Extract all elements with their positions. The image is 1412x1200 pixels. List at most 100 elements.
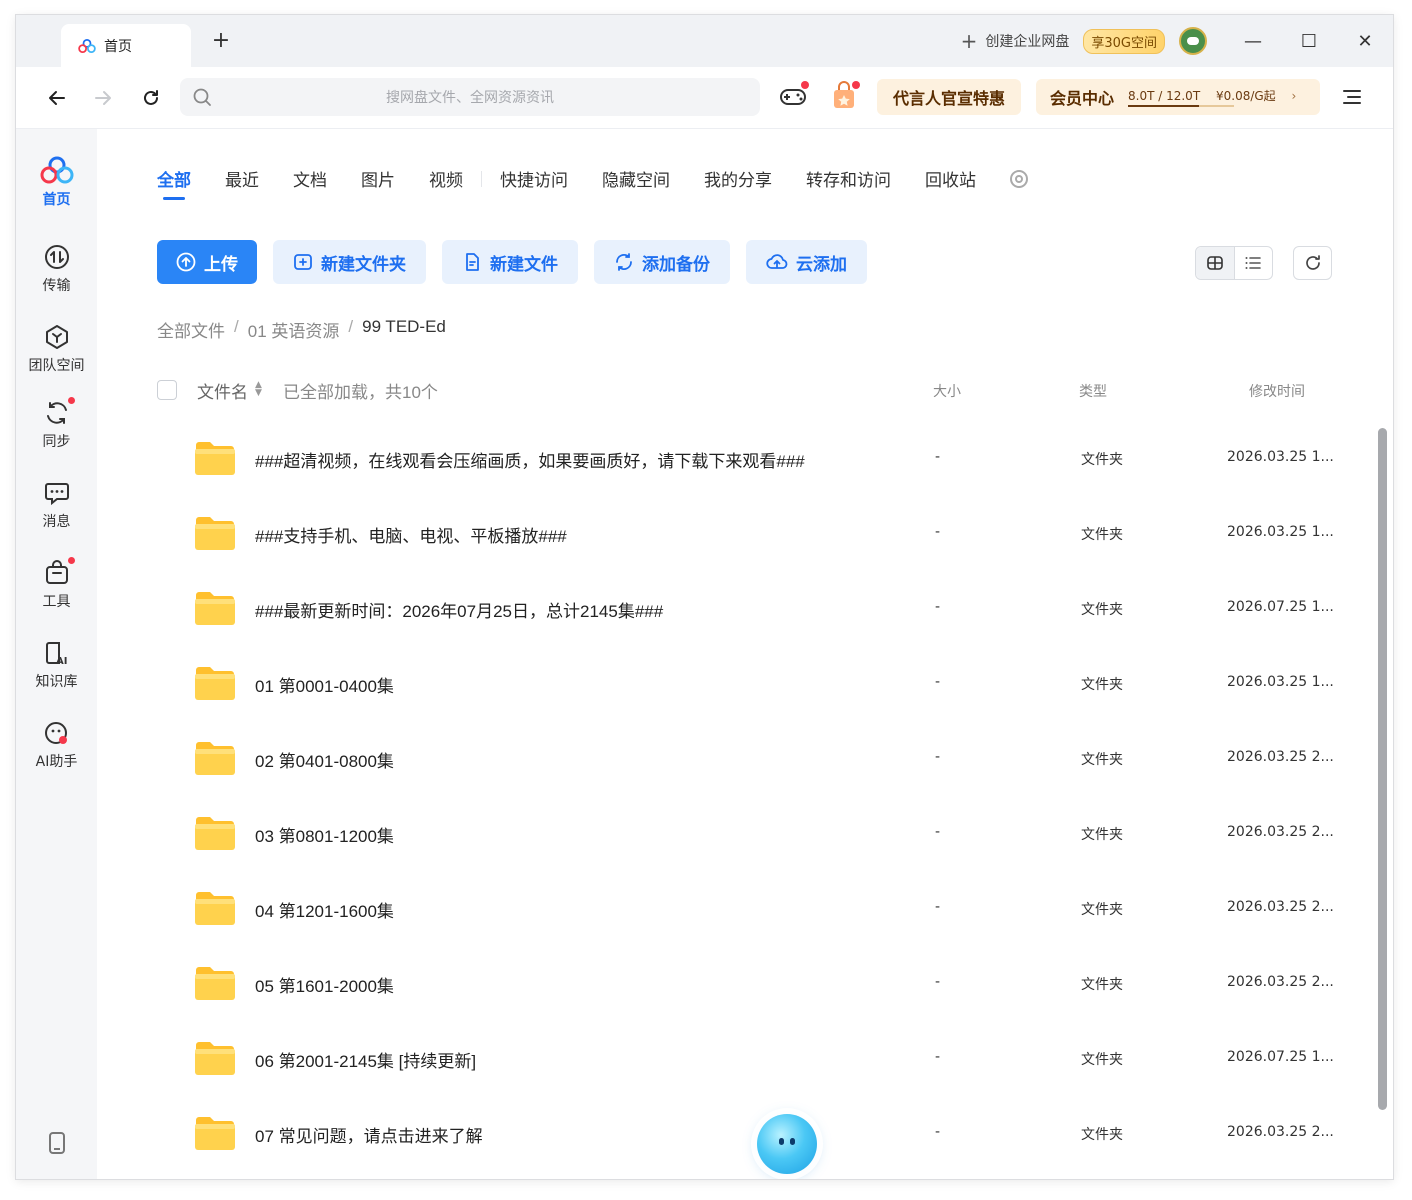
breadcrumb: 全部文件 / 01 英语资源 / 99 TED-Ed: [157, 317, 446, 342]
file-name[interactable]: 03 第0801-1200集: [255, 822, 394, 847]
tab-label: 首页: [104, 38, 132, 55]
sync-icon: [43, 397, 75, 427]
tab-images[interactable]: 图片: [361, 166, 395, 191]
mascot-assistant-icon[interactable]: [757, 1114, 817, 1174]
file-type: 文件夹: [1081, 452, 1123, 468]
file-modified-time: 2026.03.25 2...: [1227, 824, 1334, 840]
file-modified-time: 2026.03.25 2...: [1227, 1124, 1334, 1140]
tab-quick-access[interactable]: 快捷访问: [500, 166, 568, 191]
table-row[interactable]: 03 第0801-1200集 - 文件夹 2026.03.25 2...: [193, 797, 1353, 872]
storage-progress-fill: [1128, 105, 1199, 107]
reload-icon[interactable]: [138, 85, 164, 111]
file-name[interactable]: 02 第0401-0800集: [255, 747, 394, 772]
table-row[interactable]: ###最新更新时间：2026年07月25日，总计2145集### - 文件夹 2026…: [193, 572, 1353, 647]
file-size: -: [935, 674, 941, 690]
tab-settings-icon[interactable]: [1010, 169, 1028, 188]
sidebar-item-sync[interactable]: 同步: [16, 397, 97, 451]
main-content: 全部 最近 文档 图片 视频 快捷访问 隐藏空间 我的分享 转存和访问 回收站 …: [97, 129, 1393, 1179]
file-size: -: [935, 749, 941, 765]
tab-my-shares[interactable]: 我的分享: [704, 166, 772, 191]
column-name[interactable]: 文件名: [197, 378, 248, 403]
table-row[interactable]: 05 第1601-2000集 - 文件夹 2026.03.25 2...: [193, 947, 1353, 1022]
breadcrumb-separator: /: [234, 317, 239, 336]
promo-button[interactable]: 代言人官宣特惠: [877, 79, 1021, 115]
table-row[interactable]: 06 第2001-2145集 [持续更新] - 文件夹 2026.07.25 1...: [193, 1022, 1353, 1097]
sidebar-item-tools[interactable]: 工具: [16, 557, 97, 611]
search-input[interactable]: [180, 78, 760, 116]
sidebar-item-knowledge-base[interactable]: AI 知识库: [16, 639, 97, 691]
refresh-icon: [1305, 255, 1320, 270]
minimize-button[interactable]: —: [1225, 15, 1281, 67]
breadcrumb-item[interactable]: 01 英语资源: [248, 317, 340, 342]
file-modified-time: 2026.03.25 1...: [1227, 449, 1334, 465]
tab-all[interactable]: 全部: [157, 166, 191, 200]
tab-saved-and-visits[interactable]: 转存和访问: [806, 166, 891, 191]
scrollbar[interactable]: [1378, 428, 1387, 1110]
file-type: 文件夹: [1081, 602, 1123, 618]
cloud-logo-icon: [78, 38, 96, 53]
add-folder-icon: [294, 254, 312, 270]
folder-icon: [195, 442, 235, 475]
sidebar-item-home[interactable]: 首页: [16, 155, 97, 209]
tab-videos[interactable]: 视频: [429, 166, 463, 191]
maximize-button[interactable]: ☐: [1281, 15, 1337, 67]
file-size: -: [935, 1124, 941, 1140]
file-name[interactable]: 07 常见问题，请点击进来了解: [255, 1122, 483, 1147]
list-view-icon[interactable]: [1235, 247, 1273, 279]
tab-recycle-bin[interactable]: 回收站: [925, 166, 976, 191]
table-row[interactable]: 01 第0001-0400集 - 文件夹 2026.03.25 1...: [193, 647, 1353, 722]
avatar[interactable]: [1179, 27, 1207, 55]
close-button[interactable]: ✕: [1337, 15, 1393, 67]
breadcrumb-item[interactable]: 全部文件: [157, 317, 225, 342]
storage-info: 8.0T / 12.0T ¥0.08/G起 ›: [1128, 87, 1296, 107]
tab-documents[interactable]: 文档: [293, 166, 327, 191]
new-folder-button[interactable]: 新建文件夹: [273, 240, 426, 284]
file-type: 文件夹: [1081, 827, 1123, 843]
file-name[interactable]: 04 第1201-1600集: [255, 897, 394, 922]
file-name[interactable]: ###支持手机、电脑、电视、平板播放###: [255, 522, 567, 547]
chevron-right-icon: ›: [1291, 89, 1297, 103]
forward-icon[interactable]: [90, 85, 116, 111]
gift-bag-icon[interactable]: [830, 81, 860, 115]
grid-view-icon[interactable]: [1196, 247, 1235, 279]
message-icon: [43, 479, 71, 507]
sidebar-item-label: 工具: [42, 594, 71, 610]
file-type: 文件夹: [1081, 677, 1123, 693]
file-name[interactable]: ###超清视频，在线观看会压缩画质，如果要画质好，请下载下来观看###: [255, 447, 805, 472]
table-row[interactable]: ###超清视频，在线观看会压缩画质，如果要画质好，请下载下来观看### - 文件夹 2…: [193, 422, 1353, 497]
cloud-add-button[interactable]: 云添加: [746, 240, 867, 284]
table-row[interactable]: 02 第0401-0800集 - 文件夹 2026.03.25 2...: [193, 722, 1353, 797]
tab-recent[interactable]: 最近: [225, 166, 259, 191]
vip-center-button[interactable]: 会员中心 8.0T / 12.0T ¥0.08/G起 ›: [1036, 79, 1320, 115]
space-offer-badge[interactable]: 享30G空间: [1083, 28, 1165, 54]
sidebar-item-device[interactable]: [16, 1129, 97, 1161]
table-row[interactable]: 04 第1201-1600集 - 文件夹 2026.03.25 2...: [193, 872, 1353, 947]
sidebar-item-ai-assistant[interactable]: AI助手: [16, 719, 97, 771]
refresh-button[interactable]: [1293, 246, 1332, 280]
create-enterprise-button[interactable]: + 创建企业网盘: [961, 29, 1070, 53]
select-all-checkbox[interactable]: [157, 380, 177, 400]
sidebar-item-team-space[interactable]: 团队空间: [16, 323, 97, 375]
new-file-button[interactable]: 新建文件: [442, 240, 578, 284]
gamepad-icon[interactable]: [779, 81, 809, 112]
file-name[interactable]: 05 第1601-2000集: [255, 972, 394, 997]
menu-icon[interactable]: [1342, 87, 1362, 111]
file-modified-time: 2026.07.25 1...: [1227, 1049, 1334, 1065]
search-box[interactable]: [180, 78, 760, 116]
table-row[interactable]: ###支持手机、电脑、电视、平板播放### - 文件夹 2026.03.25 1...: [193, 497, 1353, 572]
file-name[interactable]: 01 第0001-0400集: [255, 672, 394, 697]
file-name[interactable]: ###最新更新时间：2026年07月25日，总计2145集###: [255, 597, 663, 622]
sidebar-item-messages[interactable]: 消息: [16, 479, 97, 531]
sidebar-item-transfer[interactable]: 传输: [16, 243, 97, 295]
file-modified-time: 2026.03.25 2...: [1227, 749, 1334, 765]
add-backup-button[interactable]: 添加备份: [594, 240, 730, 284]
file-size: -: [935, 524, 941, 540]
back-icon[interactable]: [44, 85, 70, 111]
sort-icon[interactable]: ▲ ▼: [255, 381, 262, 398]
tab-hidden-space[interactable]: 隐藏空间: [602, 166, 670, 191]
tab-home[interactable]: 首页: [61, 24, 191, 67]
team-space-icon: [43, 323, 71, 351]
file-name[interactable]: 06 第2001-2145集 [持续更新]: [255, 1047, 476, 1072]
new-tab-button[interactable]: +: [209, 28, 233, 53]
upload-button[interactable]: 上传: [157, 240, 257, 284]
